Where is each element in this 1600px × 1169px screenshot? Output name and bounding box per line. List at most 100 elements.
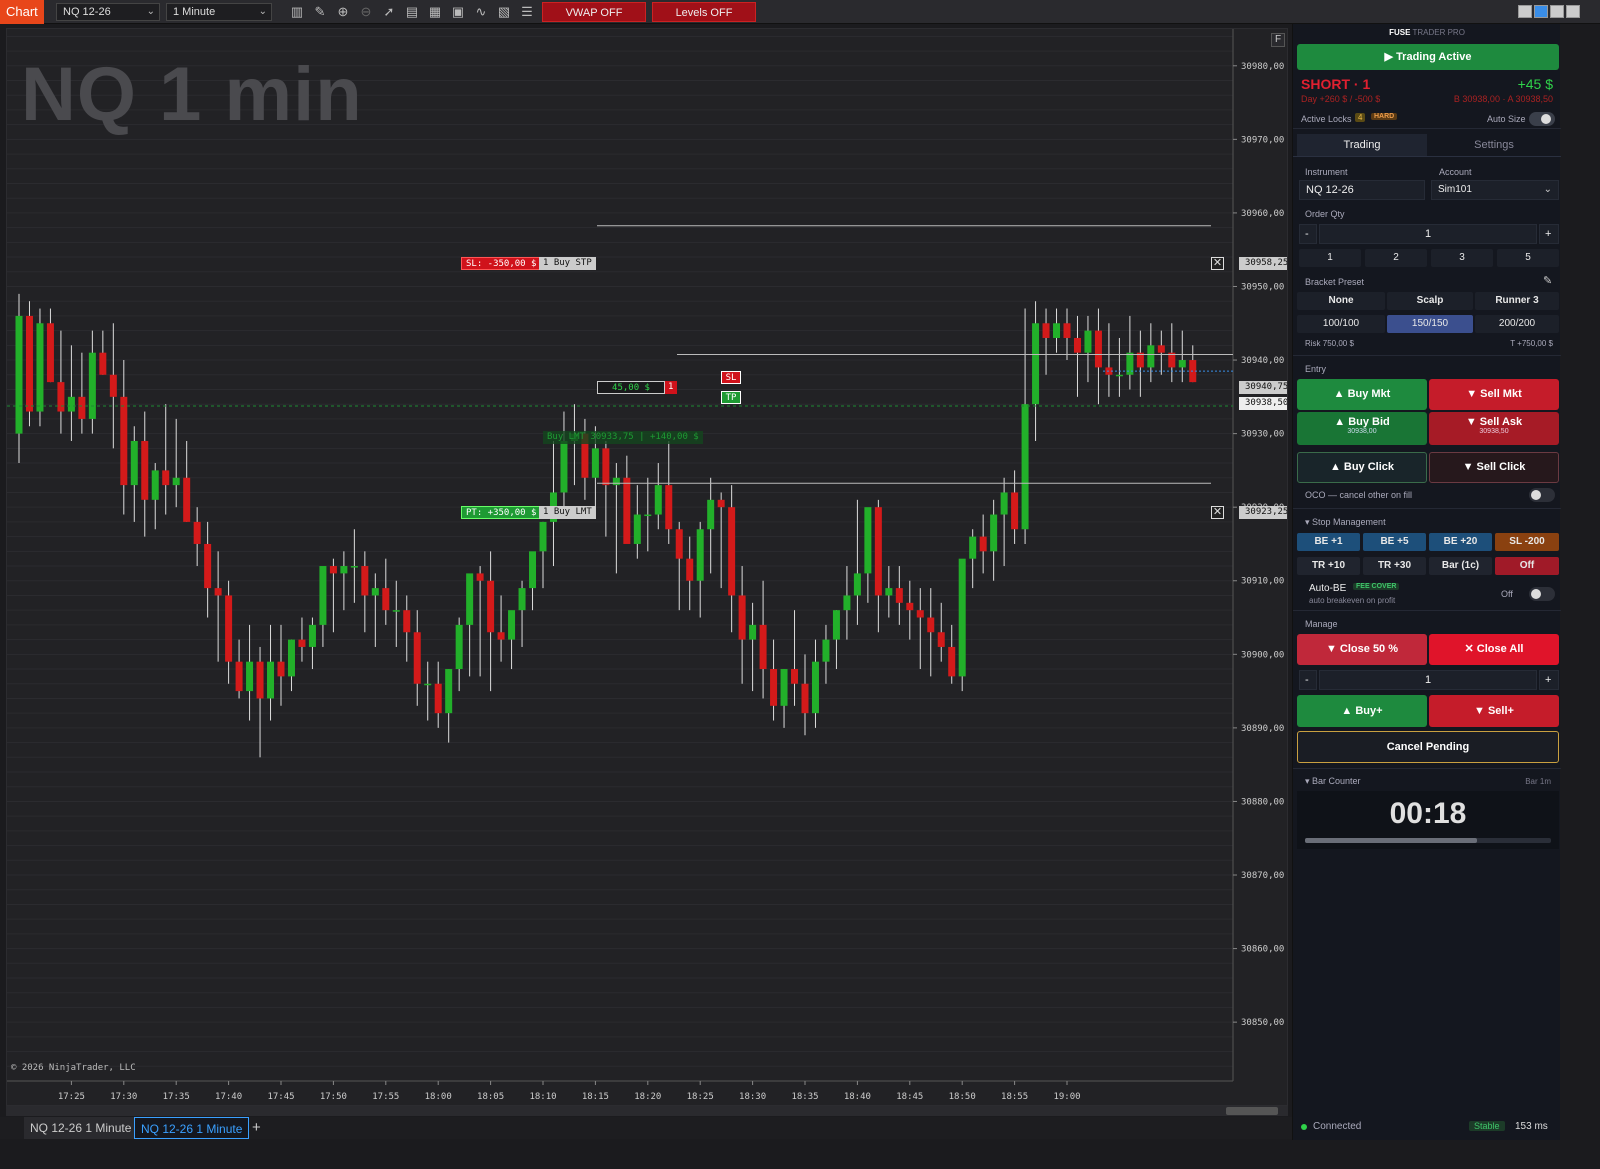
candle-body [780,669,788,706]
bracket-none[interactable]: None [1297,292,1385,310]
profit-target-order-tag[interactable]: 1 Buy LMT [539,506,596,519]
y-tick-label: 30860,00 [1241,945,1284,955]
close-all-button[interactable]: ✕ Close All [1429,634,1559,665]
candlestick-chart[interactable]: 30980,00 30970,00 30960,00 30950,00 30940,00… [7,29,1288,1106]
levels-toggle-button[interactable]: Levels OFF [652,2,756,22]
cancel-target-order-icon[interactable]: ✕ [1211,506,1224,519]
divider [1293,355,1561,356]
sell-plus-button[interactable]: ▼ Sell+ [1429,695,1559,727]
be-plus-20-button[interactable]: BE +20 [1429,533,1492,551]
candle-body [287,639,295,677]
bar-style-icon[interactable]: ▥ [288,3,306,21]
chart-scrollbar[interactable] [6,1106,1288,1116]
sell-click-button[interactable]: ▼ Sell Click [1429,452,1559,483]
tab-settings[interactable]: Settings [1429,134,1559,156]
candle-body [612,477,620,486]
account-label: Account [1439,167,1472,177]
chart-tab-2[interactable]: NQ 12-26 1 Minute [134,1117,250,1139]
sl-minus-200-button[interactable]: SL -200 [1495,533,1559,551]
trail-10-button[interactable]: TR +10 [1297,557,1360,575]
pointer-icon[interactable]: ➚ [380,3,398,21]
buy-plus-button[interactable]: ▲ Buy+ [1297,695,1427,727]
price-chart[interactable]: 30980,00 30970,00 30960,00 30950,00 30940,00… [6,28,1288,1106]
minimize-icon[interactable] [1518,5,1532,18]
stop-management-label: ▾ Stop Management [1305,517,1386,527]
qty-preset-1[interactable]: 1 [1299,249,1361,267]
sell-market-button[interactable]: ▼ Sell Mkt [1429,379,1559,410]
be-plus-1-button[interactable]: BE +1 [1297,533,1360,551]
qty-preset-3[interactable]: 3 [1431,249,1493,267]
vwap-toggle-button[interactable]: VWAP OFF [542,2,646,22]
chart-tab-1[interactable]: NQ 12-26 1 Minute [24,1117,138,1139]
cancel-stop-order-icon[interactable]: ✕ [1211,257,1224,270]
bracket-200-200[interactable]: 200/200 [1475,315,1559,333]
candle-body [633,514,641,544]
candle-body [151,470,159,500]
qty-increment-button[interactable]: + [1539,224,1559,244]
chart-app-tab[interactable]: Chart [0,0,44,24]
bracket-scalp[interactable]: Scalp [1387,292,1473,310]
candle-body [57,382,65,412]
strategies-icon[interactable]: ▧ [495,3,513,21]
buy-market-button[interactable]: ▲ Buy Mkt [1297,379,1427,410]
oco-toggle[interactable] [1529,488,1555,502]
candle-body [455,624,463,670]
candle-body [665,485,673,530]
chart-watermark: NQ 1 min [21,52,363,137]
be-plus-5-button[interactable]: BE +5 [1363,533,1426,551]
tab-trading[interactable]: Trading [1297,134,1427,156]
candle-body [969,536,977,559]
close-icon[interactable] [1566,5,1580,18]
auto-size-toggle[interactable] [1529,112,1555,126]
qty-decrement-button[interactable]: - [1299,224,1317,244]
manage-qty-increment[interactable]: + [1539,670,1559,690]
profit-target-order-label[interactable]: PT: +350,00 $ [461,506,542,519]
zoom-out-icon[interactable]: ⊖ [357,3,375,21]
fullscreen-button[interactable]: F [1271,33,1285,47]
data-box-icon[interactable]: ▣ [449,3,467,21]
trail-30-button[interactable]: TR +30 [1363,557,1426,575]
manage-qty-decrement[interactable]: - [1299,670,1317,690]
interval-selector[interactable]: 1 Minute ⌄ [166,3,272,21]
candle-body [906,602,914,611]
qty-preset-2[interactable]: 2 [1365,249,1427,267]
bracket-100-100[interactable]: 100/100 [1297,315,1385,333]
bracket-150-150[interactable]: 150/150 [1387,315,1473,333]
position-pnl-label[interactable]: 45,00 $ [597,381,665,394]
trading-active-button[interactable]: ▶ Trading Active [1297,44,1559,70]
order-list-icon[interactable]: ☰ [518,3,536,21]
qty-input[interactable]: 1 [1319,224,1537,244]
instrument-selector[interactable]: NQ 12-26 ⌄ [56,3,160,21]
restore-icon[interactable] [1534,5,1548,18]
bar-counter-timeframe: Bar 1m [1525,777,1551,786]
manage-qty-input[interactable]: 1 [1319,670,1537,690]
bar-trail-button[interactable]: Bar (1c) [1429,557,1492,575]
stop-loss-order-label[interactable]: SL: -350,00 $ [461,257,542,270]
add-stop-loss-button[interactable]: SL [721,371,741,384]
instrument-field[interactable]: NQ 12-26 [1299,180,1425,200]
trail-off-button[interactable]: Off [1495,557,1559,575]
buy-click-button[interactable]: ▲ Buy Click [1297,452,1427,483]
add-tab-button[interactable]: + [246,1117,267,1139]
qty-preset-5[interactable]: 5 [1497,249,1559,267]
position-qty-label[interactable]: 1 [665,381,677,394]
close-50-button[interactable]: ▼ Close 50 % [1297,634,1427,665]
y-tick-label: 30880,00 [1241,797,1284,807]
cancel-pending-button[interactable]: Cancel Pending [1297,731,1559,763]
properties-icon[interactable]: ▤ [403,3,421,21]
account-select[interactable]: Sim101 ⌄ [1431,180,1559,200]
auto-be-toggle[interactable] [1529,587,1555,601]
zoom-in-icon[interactable]: ⊕ [334,3,352,21]
candle-body [424,683,432,686]
sell-ask-button[interactable]: ▼ Sell Ask 30938,50 [1429,412,1559,445]
indicators-icon[interactable]: ∿ [472,3,490,21]
buy-bid-button[interactable]: ▲ Buy Bid 30938,00 [1297,412,1427,445]
add-take-profit-button[interactable]: TP [721,391,741,404]
stop-loss-order-tag[interactable]: 1 Buy STP [539,257,596,270]
maximize-icon[interactable] [1550,5,1564,18]
bracket-runner-3[interactable]: Runner 3 [1475,292,1559,310]
draw-tool-icon[interactable]: ✎ [311,3,329,21]
edit-icon[interactable]: ✎ [1543,274,1552,287]
scrollbar-thumb[interactable] [1226,1107,1278,1115]
templates-icon[interactable]: ▦ [426,3,444,21]
